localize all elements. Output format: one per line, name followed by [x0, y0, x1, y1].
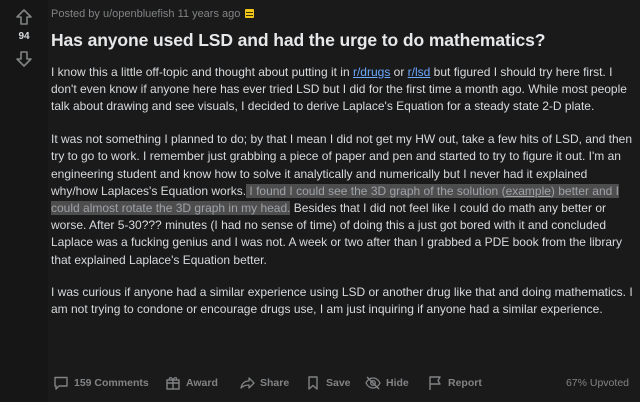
- hide-button[interactable]: Hide: [365, 372, 409, 394]
- comments-button[interactable]: 159 Comments: [53, 372, 149, 394]
- eye-slash-icon: [365, 375, 381, 391]
- comments-label: 159 Comments: [74, 377, 149, 389]
- subreddit-link-drugs[interactable]: r/drugs: [353, 65, 390, 79]
- paragraph-1: I know this a little off-topic and thoug…: [51, 64, 635, 116]
- text-span: I found I could see the 3D graph of the …: [246, 183, 506, 198]
- comment-icon: [53, 375, 69, 391]
- report-button[interactable]: Report: [427, 372, 482, 394]
- downvote-arrow-icon[interactable]: [15, 50, 33, 68]
- share-button[interactable]: Share: [239, 372, 289, 394]
- report-label: Report: [448, 377, 482, 389]
- gift-icon: [165, 375, 181, 391]
- post-body: I know this a little off-topic and thoug…: [51, 64, 635, 334]
- paragraph-2: It was not something I planned to do; by…: [51, 131, 635, 269]
- vote-score: 94: [18, 31, 30, 42]
- flag-icon: [427, 375, 443, 391]
- text-span: or: [390, 65, 408, 79]
- vote-column: 94: [0, 0, 48, 402]
- upvote-arrow-icon[interactable]: [15, 8, 33, 26]
- save-button[interactable]: Save: [305, 372, 351, 394]
- share-label: Share: [260, 377, 290, 389]
- award-label: Award: [186, 377, 218, 389]
- upvote-ratio: 67% Upvoted: [565, 377, 629, 389]
- post-author-line[interactable]: Posted by u/openbluefish 11 years ago: [51, 8, 240, 20]
- save-label: Save: [326, 377, 351, 389]
- paragraph-3: I was curious if anyone had a similar ex…: [51, 285, 633, 317]
- hide-label: Hide: [386, 377, 409, 389]
- coin-award-icon: [245, 9, 255, 18]
- example-link[interactable]: example: [506, 184, 551, 198]
- share-icon: [239, 375, 255, 391]
- text-span: I know this a little off-topic and thoug…: [51, 65, 353, 79]
- award-button[interactable]: Award: [165, 372, 218, 394]
- bookmark-icon: [305, 375, 321, 391]
- post-footer: 159 Comments Award Share Save Hide Repor…: [53, 372, 633, 394]
- post-meta: Posted by u/openbluefish 11 years ago: [51, 8, 255, 20]
- subreddit-link-lsd[interactable]: r/lsd: [408, 65, 431, 79]
- post-title[interactable]: Has anyone used LSD and had the urge to …: [51, 30, 545, 51]
